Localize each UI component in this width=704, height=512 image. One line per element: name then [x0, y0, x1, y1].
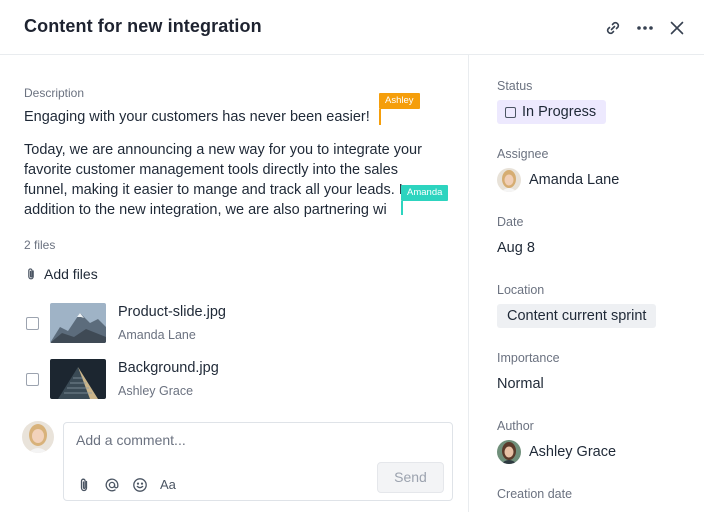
location-badge[interactable]: Content current sprint [497, 304, 657, 328]
header: Content for new integration [0, 0, 704, 55]
cursor-caret-amanda [401, 201, 403, 215]
status-square-icon [505, 106, 516, 118]
status-label: Status [497, 79, 533, 93]
description-line: addition to the new integration, we are … [24, 202, 387, 218]
status-value: In Progress [522, 104, 597, 120]
paperclip-icon [28, 268, 34, 280]
author-name: Ashley Grace [529, 444, 617, 460]
location-label: Location [497, 283, 545, 297]
file-thumbnail-mountain[interactable] [50, 303, 106, 343]
importance-label: Importance [497, 351, 560, 365]
description-line: funnel, making it easier to mange and tr… [24, 182, 411, 198]
description-line: Today, we are announcing a new way for y… [24, 142, 422, 158]
creation-date-label: Creation date [497, 487, 573, 501]
description-line: favorite customer management tools direc… [24, 162, 398, 178]
file-checkbox[interactable] [26, 373, 39, 386]
description-label: Description [24, 86, 85, 100]
file-author: Amanda Lane [118, 328, 196, 342]
main-pane: Description Engaging with your customers… [0, 55, 468, 512]
cursor-caret-ashley [379, 109, 381, 125]
assignee-name: Amanda Lane [529, 172, 620, 188]
send-button[interactable]: Send [377, 462, 444, 493]
description-paragraph-1[interactable]: Engaging with your customers has never b… [24, 107, 454, 127]
file-checkbox[interactable] [26, 317, 39, 330]
status-badge[interactable]: In Progress [497, 100, 607, 124]
add-files-button[interactable]: Add files [24, 266, 98, 282]
file-thumbnail-building[interactable] [50, 359, 106, 399]
avatar [22, 421, 54, 453]
comment-box: Aa Send [63, 422, 453, 501]
date-label: Date [497, 215, 524, 229]
avatar [497, 440, 521, 464]
file-name[interactable]: Background.jpg [118, 360, 219, 376]
importance-value[interactable]: Normal [497, 376, 544, 392]
comment-input[interactable] [74, 431, 438, 449]
author-value[interactable]: Ashley Grace [497, 440, 616, 464]
date-value[interactable]: Aug 8 [497, 240, 535, 256]
details-sidebar: Status In Progress Assignee Amanda Lane … [468, 55, 704, 512]
file-row: Product-slide.jpg Amanda Lane [24, 303, 444, 343]
description-paragraph-2[interactable]: Today, we are announcing a new way for y… [24, 140, 454, 220]
format-text-button[interactable]: Aa [160, 477, 176, 492]
file-row: Background.jpg Ashley Grace [24, 359, 444, 399]
file-name[interactable]: Product-slide.jpg [118, 304, 226, 320]
files-count: 2 files [24, 238, 56, 252]
author-label: Author [497, 419, 534, 433]
assignee-label: Assignee [497, 147, 549, 161]
page-title: Content for new integration [24, 16, 262, 36]
cursor-tag-amanda: Amanda [401, 185, 449, 201]
avatar [497, 168, 521, 192]
add-files-label: Add files [44, 266, 98, 282]
attach-icon[interactable] [76, 477, 92, 493]
assignee-value[interactable]: Amanda Lane [497, 168, 619, 192]
file-author: Ashley Grace [118, 384, 194, 398]
cursor-tag-ashley: Ashley [379, 93, 420, 109]
close-icon[interactable] [667, 18, 687, 38]
link-icon[interactable] [603, 18, 623, 38]
mention-icon[interactable] [104, 477, 120, 493]
emoji-icon[interactable] [132, 477, 148, 493]
more-icon[interactable] [635, 18, 655, 38]
